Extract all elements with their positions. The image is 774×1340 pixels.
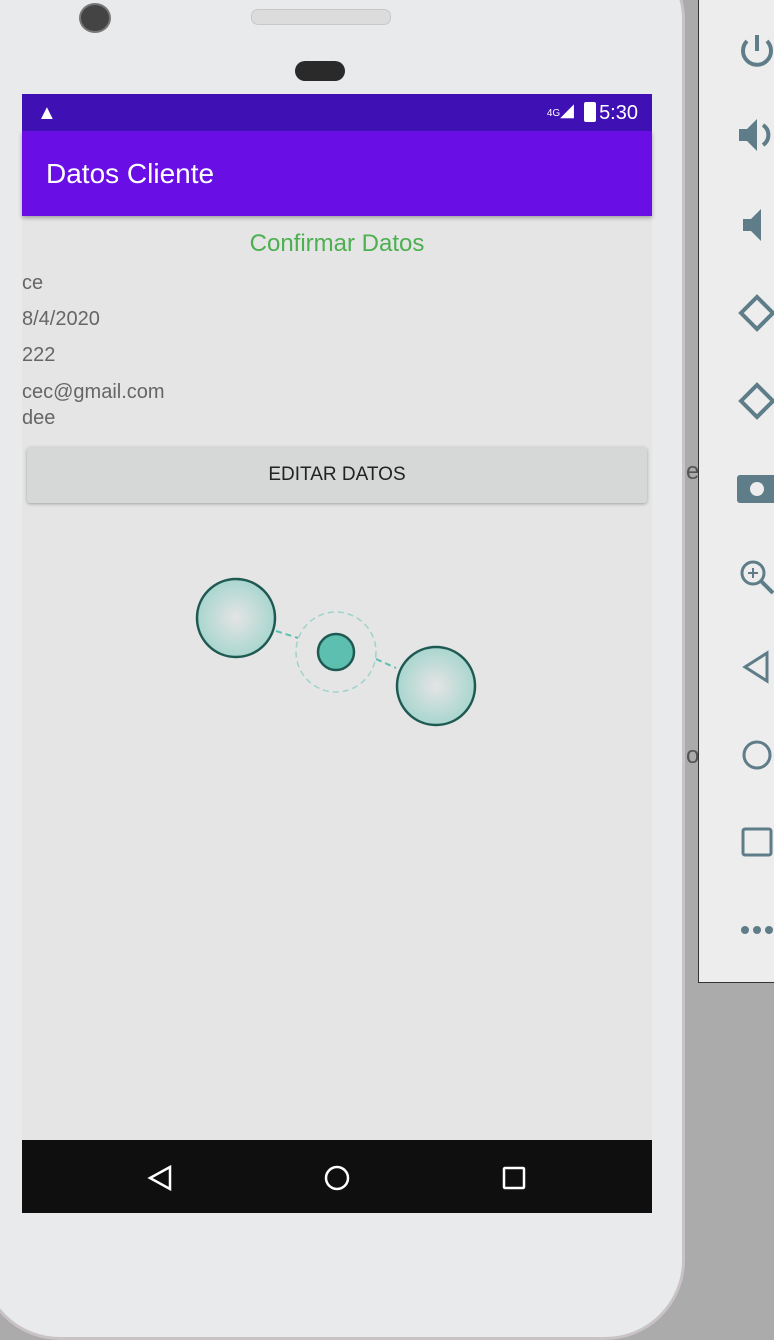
- edit-data-button[interactable]: EDITAR DATOS: [27, 447, 647, 503]
- app-screen: ▲ 4G◢ 5:30 Datos Cliente Confirmar Datos…: [22, 94, 652, 1213]
- camera-icon[interactable]: [737, 467, 774, 507]
- overview-icon[interactable]: [737, 823, 774, 863]
- field-name: ce: [22, 272, 44, 294]
- battery-icon: [584, 102, 596, 122]
- camera: [79, 3, 111, 33]
- back-icon[interactable]: [737, 647, 774, 687]
- loading-indicator: [195, 577, 477, 727]
- loader-circle-right: [395, 645, 477, 727]
- zoom-icon[interactable]: [737, 557, 774, 597]
- navigation-bar: [22, 1140, 652, 1213]
- app-bar-title: Datos Cliente: [22, 131, 652, 216]
- field-date: 8/4/2020: [22, 308, 100, 330]
- field-email: cec@gmail.com: [22, 381, 165, 403]
- recents-icon[interactable]: [500, 1164, 528, 1192]
- clock: 5:30: [599, 102, 638, 124]
- loader-circle-left: [195, 577, 277, 659]
- more-icon[interactable]: [737, 915, 774, 945]
- field-extra: dee: [22, 407, 56, 429]
- volume-up-icon[interactable]: [737, 115, 774, 155]
- emulator-toolbar: [698, 0, 774, 983]
- speaker: [251, 9, 391, 25]
- network-label: 4G: [546, 108, 561, 119]
- home-icon[interactable]: [323, 1164, 351, 1192]
- status-bar: ▲ 4G◢ 5:30: [22, 94, 652, 131]
- warning-icon: ▲: [37, 102, 57, 124]
- back-icon[interactable]: [146, 1164, 174, 1192]
- home-icon[interactable]: [737, 735, 774, 775]
- field-number: 222: [22, 344, 56, 366]
- power-icon[interactable]: [737, 31, 774, 71]
- signal-icon: 4G◢: [546, 100, 574, 120]
- loader-dot: [316, 632, 356, 672]
- volume-down-icon[interactable]: [737, 205, 774, 245]
- sensor: [295, 61, 345, 81]
- rotate-right-icon[interactable]: [737, 379, 774, 423]
- rotate-left-icon[interactable]: [737, 291, 774, 335]
- confirm-heading: Confirmar Datos: [249, 230, 425, 257]
